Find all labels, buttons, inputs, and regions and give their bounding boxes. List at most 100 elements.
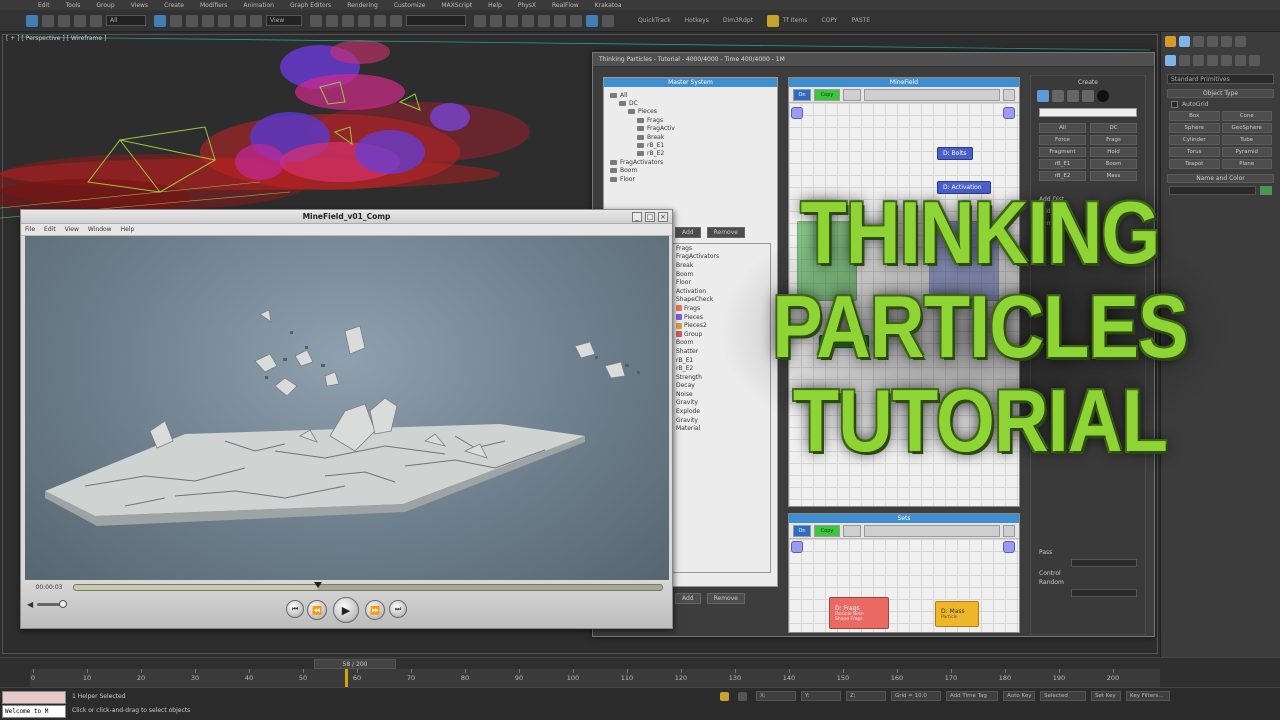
layer-manager-icon[interactable] <box>506 14 518 27</box>
set-key-button[interactable]: Set Key <box>1091 691 1121 701</box>
track-bar[interactable]: 0 10 20 30 40 50 60 70 80 90 100 110 120 130 140 150 160… <box>30 669 1160 687</box>
named-selection-dropdown[interactable] <box>406 15 466 26</box>
wire-on-tab[interactable]: On <box>793 88 811 101</box>
fast-forward-button[interactable]: ⏩ <box>365 600 385 620</box>
tree-item[interactable]: FragActiv <box>610 125 771 133</box>
tree-item[interactable]: Boom <box>610 167 771 175</box>
toolbar-hotkeys[interactable]: Hotkeys <box>685 17 709 24</box>
sets-extra-tab[interactable] <box>843 524 861 537</box>
redo-icon[interactable] <box>42 14 54 27</box>
video-frame[interactable] <box>25 236 669 588</box>
player-menu-file[interactable]: File <box>25 226 35 233</box>
mirror-icon[interactable] <box>474 14 486 27</box>
output-port-icon[interactable] <box>1003 107 1015 119</box>
tp-random-spinner[interactable] <box>1071 589 1137 597</box>
menu-edit[interactable]: Edit <box>38 2 50 9</box>
create-tab-icon[interactable] <box>1165 36 1176 47</box>
render-frame-icon[interactable] <box>586 14 598 27</box>
cone-button[interactable]: Cone <box>1221 111 1272 121</box>
absolute-mode-icon[interactable] <box>738 691 747 701</box>
player-menu-view[interactable]: View <box>65 226 79 233</box>
volume-icon[interactable]: ◀ <box>27 600 33 609</box>
lights-icon[interactable] <box>1193 55 1204 66</box>
light-icon[interactable] <box>766 14 779 27</box>
menu-group[interactable]: Group <box>96 2 114 9</box>
menu-create[interactable]: Create <box>164 2 184 9</box>
close-icon[interactable]: × <box>658 212 668 222</box>
y-coord-field[interactable]: Y: <box>801 691 841 701</box>
tree-item[interactable]: FragActivators <box>610 158 771 166</box>
key-mode-dropdown[interactable]: Selected <box>1040 691 1086 701</box>
maximize-icon[interactable]: □ <box>645 212 655 222</box>
node-frags[interactable]: D: Frags Particle Birth Shape Frags <box>829 597 889 629</box>
sets-input-port-icon[interactable] <box>791 541 803 553</box>
tree-item[interactable]: Pieces <box>610 108 771 116</box>
tp-property-button[interactable]: Fragment <box>1039 147 1086 157</box>
tree-item[interactable]: rB_E1 <box>610 141 771 149</box>
volume-knob[interactable] <box>58 600 67 608</box>
plane-button[interactable]: Plane <box>1221 159 1272 169</box>
player-titlebar[interactable]: MineField_v01_Comp _ □ × <box>21 210 672 224</box>
tree-item[interactable]: All <box>610 91 771 99</box>
select-manipulate-icon[interactable] <box>326 14 338 27</box>
tree-item[interactable]: Break <box>610 133 771 141</box>
sets-output-port-icon[interactable] <box>1003 541 1015 553</box>
sets-grid[interactable]: D: Frags Particle Birth Shape Frags D: M… <box>789 539 1019 632</box>
particle-group-icon[interactable] <box>1037 90 1049 102</box>
teapot-button[interactable]: Teapot <box>1169 159 1220 169</box>
wire-extra-tab[interactable] <box>843 88 861 101</box>
tp-property-button[interactable]: Frags <box>1090 135 1137 145</box>
keyboard-shortcut-icon[interactable] <box>342 14 354 27</box>
align-icon[interactable] <box>490 14 502 27</box>
tp-property-button[interactable]: Mass <box>1090 171 1137 181</box>
key-filters-button[interactable]: Key Filters... <box>1126 691 1170 701</box>
time-slider[interactable]: 58 / 200 <box>314 659 396 669</box>
bind-space-warp-icon[interactable] <box>90 14 102 27</box>
go-to-end-button[interactable]: ⏭ <box>389 600 407 618</box>
tp-property-button[interactable]: Boom <box>1090 159 1137 169</box>
helpers-icon[interactable] <box>1221 55 1232 66</box>
input-port-icon[interactable] <box>791 107 803 119</box>
pyramid-button[interactable]: Pyramid <box>1221 147 1272 157</box>
bucket-icon[interactable] <box>1082 90 1094 102</box>
sphere-icon[interactable] <box>1067 90 1079 102</box>
menu-realflow[interactable]: RealFlow <box>552 2 579 9</box>
menu-views[interactable]: Views <box>131 2 148 9</box>
menu-animation[interactable]: Animation <box>243 2 274 9</box>
wire-copy-tab[interactable]: Copy <box>814 88 840 101</box>
geosphere-button[interactable]: GeoSphere <box>1221 123 1272 133</box>
tp-property-button[interactable]: All <box>1039 123 1086 133</box>
menu-help[interactable]: Help <box>488 2 502 9</box>
pivot-icon[interactable] <box>310 14 322 27</box>
go-to-start-button[interactable]: ⏮ <box>286 600 304 618</box>
rectangle-selection-icon[interactable] <box>186 14 198 27</box>
hierarchy-tab-icon[interactable] <box>1193 36 1204 47</box>
tree-add-button[interactable]: Add <box>675 227 701 238</box>
object-color-swatch[interactable] <box>1260 186 1272 195</box>
autogrid-checkbox[interactable]: AutoGrid <box>1171 101 1270 108</box>
schematic-view-icon[interactable] <box>538 14 550 27</box>
sets-field[interactable] <box>864 524 1000 537</box>
sets-copy-tab[interactable]: Copy <box>814 524 840 537</box>
snap-toggle-icon[interactable] <box>358 14 370 27</box>
menu-rendering[interactable]: Rendering <box>347 2 378 9</box>
minimize-icon[interactable]: _ <box>632 212 642 222</box>
display-tab-icon[interactable] <box>1221 36 1232 47</box>
tp-pass-spinner[interactable] <box>1071 559 1137 567</box>
link-icon[interactable] <box>58 14 70 27</box>
menu-modifiers[interactable]: Modifiers <box>200 2 227 9</box>
record-icon[interactable] <box>1097 90 1109 102</box>
grid-icon[interactable] <box>1052 90 1064 102</box>
toolbar-paste[interactable]: PASTE <box>851 17 870 24</box>
tree-item[interactable]: rB_E2 <box>610 150 771 158</box>
x-coord-field[interactable]: X: <box>756 691 796 701</box>
modify-tab-icon[interactable] <box>1179 36 1190 47</box>
tube-button[interactable]: Tube <box>1221 135 1272 145</box>
window-crossing-icon[interactable] <box>202 14 214 27</box>
utilities-tab-icon[interactable] <box>1235 36 1246 47</box>
viewport-label[interactable]: [ + ] [ Perspective ] [ Wireframe ] <box>6 35 106 42</box>
menu-graph-editors[interactable]: Graph Editors <box>290 2 331 9</box>
list-remove-button[interactable]: Remove <box>706 593 745 604</box>
move-icon[interactable] <box>218 14 230 27</box>
tp-property-button[interactable]: Hold <box>1090 147 1137 157</box>
